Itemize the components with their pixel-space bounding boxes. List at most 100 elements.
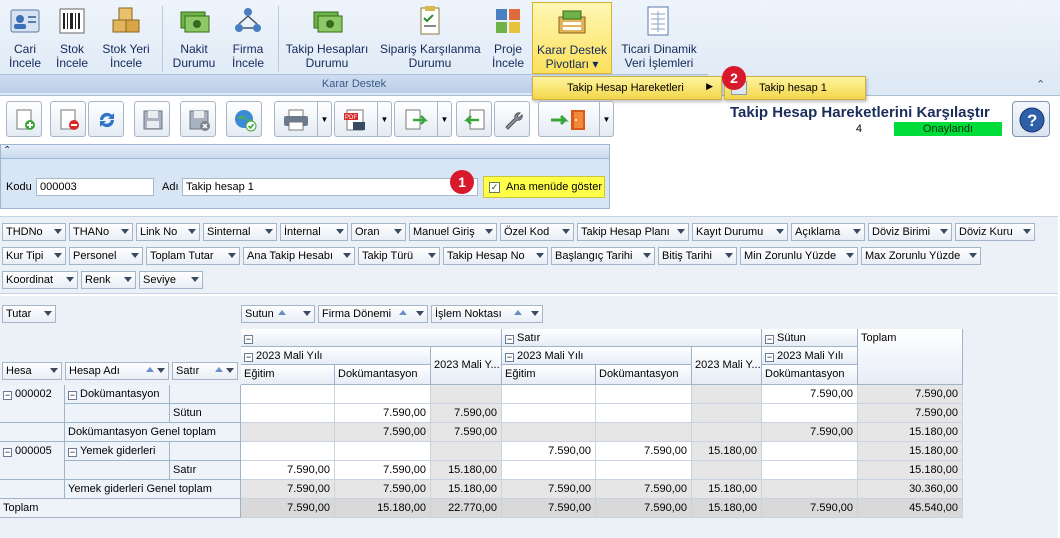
pivot-value-cell[interactable]: 7.590,00 <box>502 499 596 518</box>
transfer-button[interactable] <box>394 101 438 137</box>
pivot-value-cell[interactable] <box>762 442 858 461</box>
row-header-000005[interactable]: −000005 <box>0 442 65 480</box>
col-group-empty[interactable]: − <box>241 329 502 347</box>
filter-field-ana-takip-hesabi[interactable]: Ana Takip Hesabı <box>243 247 355 265</box>
pivot-value-cell[interactable]: 15.180,00 <box>858 442 963 461</box>
pivot-value-cell[interactable]: 7.590,00 <box>241 461 335 480</box>
export-pdf-button[interactable]: PDF <box>334 101 378 137</box>
pivot-value-cell[interactable]: 7.590,00 <box>596 499 692 518</box>
pivot-value-cell[interactable]: 15.180,00 <box>858 461 963 480</box>
transfer-dropdown-button[interactable]: ▼ <box>438 101 452 137</box>
refresh-button[interactable] <box>88 101 124 137</box>
filter-field-oran[interactable]: Oran <box>351 223 406 241</box>
export-dropdown-button[interactable]: ▼ <box>378 101 392 137</box>
save-button[interactable] <box>134 101 170 137</box>
pivot-value-cell[interactable] <box>502 404 596 423</box>
pivot-value-cell[interactable] <box>502 423 596 442</box>
col-year-total-header[interactable]: 2023 Mali Y... <box>431 347 502 385</box>
collapse-panel-icon[interactable]: ⌃ <box>3 145 11 156</box>
pivot-value-cell[interactable]: 7.590,00 <box>335 404 431 423</box>
col-group-sutun[interactable]: − Sütun <box>762 329 858 347</box>
filter-field-toplam-tutar[interactable]: Toplam Tutar <box>146 247 240 265</box>
pivot-value-cell[interactable]: 7.590,00 <box>431 404 502 423</box>
exit-button[interactable] <box>538 101 600 137</box>
pivot-value-cell[interactable]: 15.180,00 <box>431 461 502 480</box>
import-button[interactable] <box>456 101 492 137</box>
pivot-value-cell[interactable] <box>431 442 502 461</box>
col-header-egitim[interactable]: Eğitim <box>502 365 596 385</box>
filter-field-internal[interactable]: İnternal <box>280 223 348 241</box>
data-field-tutar[interactable]: Tutar <box>2 305 56 323</box>
pivot-value-cell[interactable]: 45.540,00 <box>858 499 963 518</box>
col-year-total-header[interactable]: 2023 Mali Y... <box>692 347 762 385</box>
filter-field-aciklama[interactable]: Açıklama <box>791 223 865 241</box>
pivot-value-cell[interactable] <box>335 385 431 404</box>
col-header-dokumantasyon[interactable]: Dokümantasyon <box>762 365 858 385</box>
pivot-value-cell[interactable]: 15.180,00 <box>431 480 502 499</box>
row-header-sutun[interactable]: Sütun <box>170 404 241 423</box>
pivot-value-cell[interactable] <box>762 461 858 480</box>
column-field-sutun[interactable]: Sutun <box>241 305 315 323</box>
show-in-main-menu-checkbox[interactable]: ✓ Ana menüde göster <box>483 176 605 198</box>
pivot-value-cell[interactable] <box>335 442 431 461</box>
pivot-value-cell[interactable]: 7.590,00 <box>762 385 858 404</box>
filter-field-takip-hesap-plani[interactable]: Takip Hesap Planı <box>577 223 689 241</box>
code-field[interactable] <box>36 178 154 196</box>
filter-field-baslangic-tarihi[interactable]: Başlangıç Tarihi <box>551 247 655 265</box>
tools-button[interactable] <box>494 101 530 137</box>
nakit-durumu-button[interactable]: Nakit Durumu <box>168 4 220 74</box>
pivot-value-cell[interactable] <box>596 461 692 480</box>
col-header-toplam[interactable]: Toplam <box>858 329 963 385</box>
pivot-value-cell[interactable]: 7.590,00 <box>241 499 335 518</box>
filter-field-bitis-tarihi[interactable]: Bitiş Tarihi <box>658 247 737 265</box>
column-field-islem-noktasi[interactable]: İşlem Noktası <box>431 305 543 323</box>
pivot-value-cell[interactable]: 7.590,00 <box>335 461 431 480</box>
filter-field-seviye[interactable]: Seviye <box>139 271 203 289</box>
filter-field-renk[interactable]: Renk <box>81 271 136 289</box>
filter-field-thdno[interactable]: THDNo <box>2 223 66 241</box>
stok-yeri-incele-button[interactable]: Stok Yeri İncele <box>100 4 152 74</box>
pivot-value-cell[interactable]: 30.360,00 <box>858 480 963 499</box>
col-header-dokumantasyon[interactable]: Dokümantasyon <box>335 365 431 385</box>
pivot-value-cell[interactable]: 15.180,00 <box>692 480 762 499</box>
col-header-dokumantasyon[interactable]: Dokümantasyon <box>596 365 692 385</box>
menu-item-takip-hesap-hareketleri[interactable]: Takip Hesap Hareketleri ▶ <box>532 76 722 100</box>
row-field-satir[interactable]: Satır <box>172 362 238 380</box>
new-record-button[interactable] <box>6 101 42 137</box>
help-button[interactable]: ? <box>1012 101 1050 137</box>
row-header-dokumantasyon[interactable]: − Dokümantasyon <box>65 385 170 404</box>
col-year-header[interactable]: −2023 Mali Yılı <box>241 347 431 365</box>
takip-hesaplari-durumu-button[interactable]: Takip Hesapları Durumu <box>284 4 370 74</box>
filter-field-max-zorunlu-yuzde[interactable]: Max Zorunlu Yüzde <box>861 247 981 265</box>
pivot-value-cell[interactable]: 15.180,00 <box>335 499 431 518</box>
ticari-dinamik-veri-button[interactable]: Ticari Dinamik Veri İşlemleri <box>616 4 702 74</box>
filter-field-manuel-giris[interactable]: Manuel Giriş <box>409 223 497 241</box>
pivot-value-cell[interactable] <box>431 385 502 404</box>
pivot-value-cell[interactable] <box>241 442 335 461</box>
pivot-value-cell[interactable] <box>502 385 596 404</box>
filter-field-thano[interactable]: THANo <box>69 223 133 241</box>
pivot-value-cell[interactable] <box>692 385 762 404</box>
filter-field-doviz-birimi[interactable]: Döviz Birimi <box>868 223 952 241</box>
col-header-egitim[interactable]: Eğitim <box>241 365 335 385</box>
pivot-value-cell[interactable]: 15.180,00 <box>692 442 762 461</box>
pivot-value-cell[interactable] <box>596 404 692 423</box>
pivot-value-cell[interactable]: 22.770,00 <box>431 499 502 518</box>
pivot-value-cell[interactable]: 7.590,00 <box>858 404 963 423</box>
filter-field-min-zorunlu-yuzde[interactable]: Min Zorunlu Yüzde <box>740 247 858 265</box>
form-panel-header[interactable]: ⌃ <box>0 144 610 159</box>
firma-incele-button[interactable]: Firma İncele <box>226 4 270 74</box>
pivot-value-cell[interactable]: 7.590,00 <box>241 480 335 499</box>
pivot-value-cell[interactable] <box>596 385 692 404</box>
row-header-grand-total[interactable]: Toplam <box>0 499 241 518</box>
pivot-value-cell[interactable] <box>762 480 858 499</box>
pivot-value-cell[interactable]: 7.590,00 <box>762 423 858 442</box>
filter-field-personel[interactable]: Personel <box>69 247 143 265</box>
pivot-value-cell[interactable]: 7.590,00 <box>596 442 692 461</box>
pivot-value-cell[interactable] <box>241 404 335 423</box>
name-field[interactable] <box>182 178 478 196</box>
karar-destek-pivotlari-button[interactable]: Karar Destek Pivotları ▾ <box>532 2 612 74</box>
print-button[interactable] <box>274 101 318 137</box>
filter-field-takip-hesap-no[interactable]: Takip Hesap No <box>443 247 548 265</box>
filter-field-kur-tipi[interactable]: Kur Tipi <box>2 247 66 265</box>
